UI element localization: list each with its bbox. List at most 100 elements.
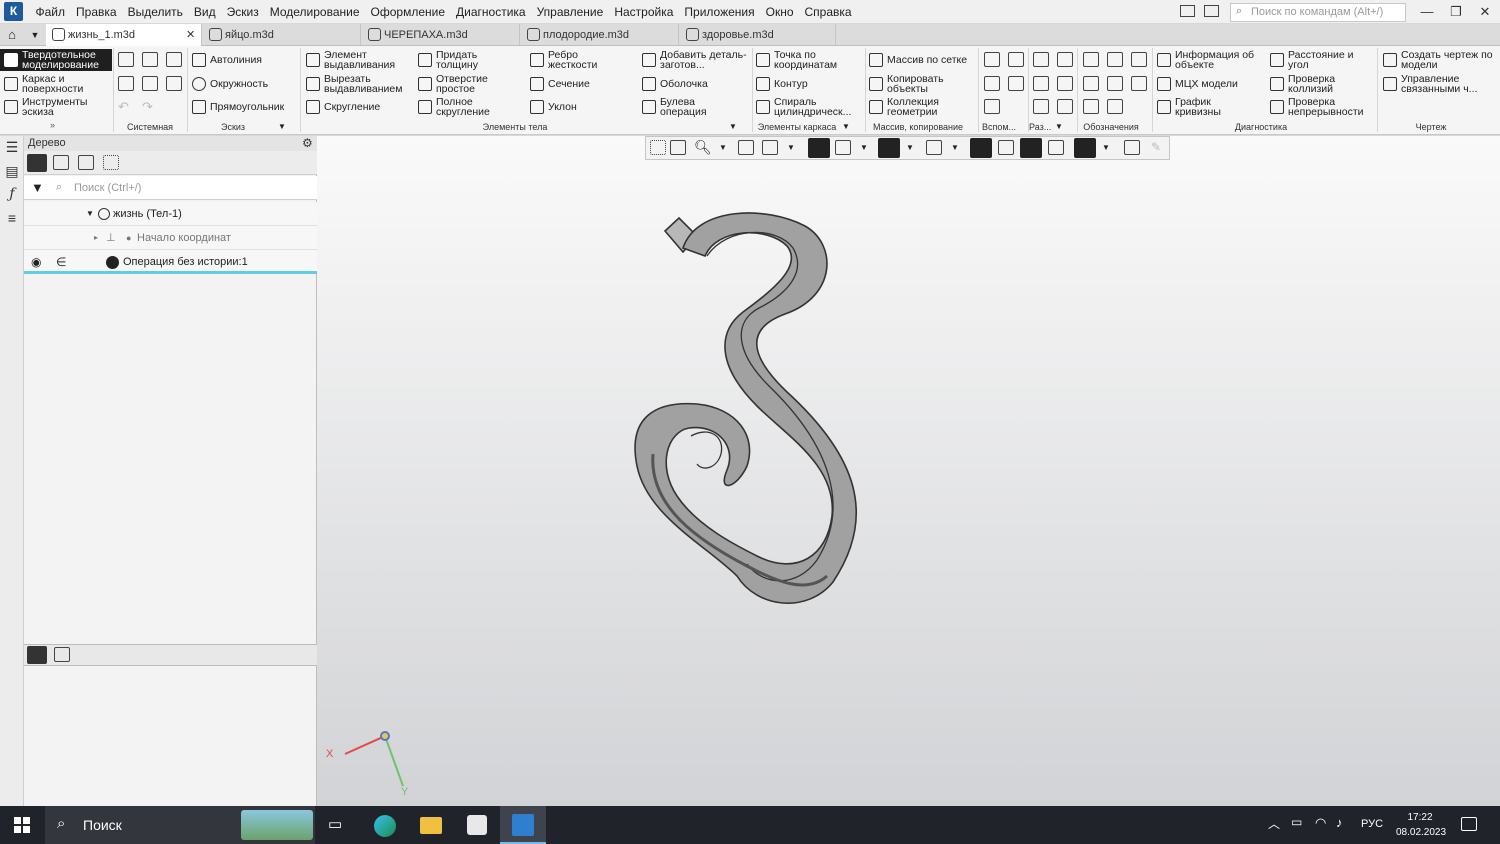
tool-collection[interactable]: Коллекция геометрии bbox=[869, 96, 969, 118]
tool-point-coords[interactable]: Точка по координатам bbox=[756, 49, 856, 71]
base-icon[interactable] bbox=[1083, 76, 1099, 91]
zoom-icon[interactable]: 🔍︎ bbox=[694, 139, 712, 156]
tool-rib[interactable]: Ребро жесткости bbox=[530, 49, 610, 71]
command-search-input[interactable]: Поиск по командам (Alt+/) bbox=[1230, 3, 1406, 22]
tool-fillet[interactable]: Скругление bbox=[306, 99, 380, 115]
tool-section[interactable]: Сечение bbox=[530, 76, 590, 92]
tree-components-icon[interactable] bbox=[78, 155, 94, 170]
minimize-button[interactable]: — bbox=[1412, 0, 1442, 24]
tab-cherepakha[interactable]: ЧЕРЕПАХА.m3d bbox=[362, 24, 520, 46]
tab-zdorovie[interactable]: здоровье.m3d bbox=[680, 24, 836, 46]
print-icon[interactable] bbox=[118, 76, 134, 91]
tree-row-body[interactable]: ▼ жизнь (Тел-1) bbox=[24, 202, 317, 226]
notifications-icon[interactable] bbox=[1461, 817, 1477, 831]
menu-apps[interactable]: Приложения bbox=[679, 0, 760, 24]
fit-view-icon[interactable] bbox=[670, 140, 686, 155]
grid-icon[interactable] bbox=[650, 140, 666, 155]
layers-view-icon[interactable] bbox=[1048, 140, 1064, 155]
tool-grid-array[interactable]: Массив по сетке bbox=[869, 52, 967, 68]
tree-row-operation[interactable]: ◉ ∈ Операция без истории:1 bbox=[24, 250, 317, 274]
roughness-icon[interactable] bbox=[1131, 52, 1147, 67]
clock[interactable]: 17:22 08.02.2023 bbox=[1396, 810, 1446, 840]
battery-icon[interactable]: ▭ bbox=[1291, 815, 1302, 835]
mark-icon[interactable] bbox=[1083, 99, 1099, 114]
chevron-down-icon[interactable]: ▼ bbox=[1055, 122, 1063, 131]
include-icon[interactable]: ∈ bbox=[56, 250, 66, 274]
chevron-down-icon[interactable]: ▼ bbox=[278, 122, 286, 131]
aux-cs-icon[interactable] bbox=[1008, 76, 1024, 91]
tool-cut-extrude[interactable]: Вырезать выдавливанием bbox=[306, 73, 414, 95]
tab-yaitso[interactable]: яйцо.m3d bbox=[203, 24, 361, 46]
mode-sketch-tools[interactable]: Инструменты эскиза bbox=[4, 97, 108, 117]
wifi-icon[interactable]: ◠ bbox=[1315, 815, 1326, 835]
undo-icon[interactable]: ↶ bbox=[118, 99, 129, 115]
volume-icon[interactable]: ♪ bbox=[1336, 815, 1343, 835]
aux-point-icon[interactable] bbox=[984, 76, 1000, 91]
tool-draft[interactable]: Уклон bbox=[530, 99, 577, 115]
tab-close-icon[interactable]: ✕ bbox=[186, 24, 195, 46]
chevron-down-icon[interactable]: ▼ bbox=[729, 122, 737, 131]
tab-zhizn[interactable]: жизнь_1.m3d ✕ bbox=[46, 24, 202, 46]
split-solid-icon[interactable] bbox=[1033, 99, 1049, 114]
tree-list-icon[interactable] bbox=[54, 647, 70, 662]
pan-icon[interactable] bbox=[738, 140, 754, 155]
mode-frame[interactable]: Каркас и поверхности bbox=[4, 74, 108, 94]
split-face-icon[interactable] bbox=[1033, 76, 1049, 91]
filter-icon[interactable]: ▼ bbox=[31, 180, 44, 195]
tool-copy[interactable]: Копировать объекты bbox=[869, 73, 969, 95]
chevron-down-icon[interactable]: ▼ bbox=[1102, 143, 1110, 152]
task-view-icon[interactable]: ▭ bbox=[328, 815, 342, 835]
menu-modeling[interactable]: Моделирование bbox=[264, 0, 365, 24]
split-body-icon[interactable] bbox=[1057, 52, 1073, 67]
menu-manage[interactable]: Управление bbox=[531, 0, 609, 24]
dimension-icon[interactable] bbox=[1107, 52, 1123, 67]
tolerance-icon[interactable] bbox=[1107, 76, 1123, 91]
view-orientation-icon[interactable] bbox=[808, 138, 830, 158]
position-icon[interactable] bbox=[1107, 99, 1123, 114]
variables-icon[interactable]: ƒ bbox=[4, 186, 20, 202]
save-icon[interactable] bbox=[166, 52, 182, 67]
tool-mass-props[interactable]: МЦХ модели bbox=[1157, 76, 1238, 92]
tree-search-input[interactable]: Поиск (Ctrl+/) bbox=[24, 176, 317, 200]
layout-icon[interactable] bbox=[1180, 5, 1195, 17]
chevron-down-icon[interactable]: ▼ bbox=[719, 143, 727, 152]
aux-axis-icon[interactable] bbox=[1008, 52, 1024, 67]
chevron-up-icon[interactable]: ︿ bbox=[1268, 815, 1280, 835]
menu-edit[interactable]: Правка bbox=[71, 0, 123, 24]
expand-icon[interactable]: » bbox=[50, 120, 55, 130]
screen-icon[interactable] bbox=[1204, 5, 1219, 17]
pencil-icon[interactable]: ✎ bbox=[1151, 140, 1161, 154]
windows-start-icon[interactable] bbox=[14, 817, 30, 833]
aux-plane-icon[interactable] bbox=[984, 52, 1000, 67]
layers-icon[interactable]: ≡ bbox=[4, 210, 20, 226]
taskbar-search[interactable]: ⌕ Поиск bbox=[45, 806, 315, 844]
tool-shell[interactable]: Оболочка bbox=[642, 76, 708, 92]
tool-circle[interactable]: Окружность bbox=[192, 76, 268, 92]
measure-icon[interactable] bbox=[1124, 140, 1140, 155]
edge-browser-icon[interactable] bbox=[374, 815, 396, 837]
leader-icon[interactable] bbox=[1131, 76, 1147, 91]
visibility-icon[interactable] bbox=[926, 140, 942, 155]
tree-panel-icon[interactable]: ☰ bbox=[4, 139, 20, 155]
3d-viewport[interactable]: X Y bbox=[317, 136, 1500, 806]
eye-icon[interactable]: ◉ bbox=[31, 250, 41, 274]
home-icon[interactable]: ⌂ bbox=[0, 24, 24, 46]
split-curve-icon[interactable] bbox=[1057, 76, 1073, 91]
close-button[interactable]: ✕ bbox=[1470, 0, 1500, 24]
tree-structure-icon[interactable] bbox=[27, 646, 47, 664]
tree-structure-icon[interactable] bbox=[27, 154, 47, 172]
open-icon[interactable] bbox=[142, 52, 158, 67]
tool-thicken[interactable]: Придать толщину bbox=[418, 49, 504, 71]
aux-line-icon[interactable] bbox=[984, 99, 1000, 114]
mode-solid[interactable]: Твердотельное моделирование bbox=[0, 49, 112, 71]
tool-distance[interactable]: Расстояние и угол bbox=[1270, 49, 1370, 71]
tool-hole[interactable]: Отверстие простое bbox=[418, 73, 504, 95]
tool-autoline[interactable]: Автолиния bbox=[192, 52, 262, 68]
thread-icon[interactable] bbox=[1083, 52, 1099, 67]
display-mode-icon[interactable] bbox=[835, 140, 851, 155]
tool-rectangle[interactable]: Прямоугольник bbox=[192, 99, 284, 115]
tool-continuity[interactable]: Проверка непрерывности bbox=[1270, 96, 1376, 118]
menu-window[interactable]: Окно bbox=[760, 0, 799, 24]
tab-plodorodie[interactable]: плодородие.m3d bbox=[521, 24, 679, 46]
menu-view[interactable]: Вид bbox=[188, 0, 221, 24]
